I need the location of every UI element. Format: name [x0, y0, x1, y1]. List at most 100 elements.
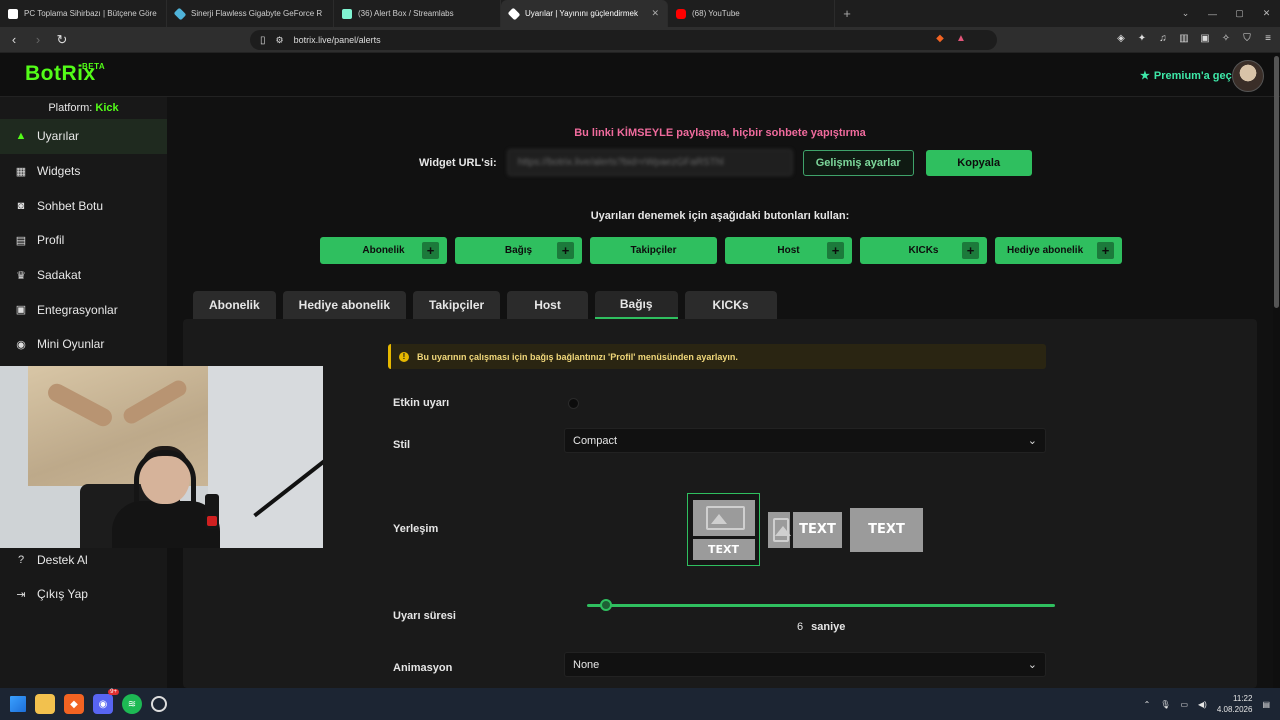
music-icon[interactable]: ♫: [1157, 32, 1169, 44]
back-icon[interactable]: ‹: [6, 32, 22, 47]
tab-gift-subscription[interactable]: Hediye abonelik: [282, 291, 407, 319]
sidebar-item-loyalty[interactable]: ♛ Sadakat: [0, 258, 167, 293]
notification-icon[interactable]: ▤: [1262, 700, 1270, 709]
browser-tab[interactable]: (36) Alert Box / Streamlabs: [334, 0, 501, 27]
gamepad-icon: ◉: [16, 338, 26, 351]
tab-title: Uyarılar | Yayınını güçlendirmek: [525, 9, 638, 18]
plus-icon[interactable]: +: [422, 242, 439, 259]
tab-subscription[interactable]: Abonelik: [193, 291, 276, 319]
plus-icon[interactable]: +: [557, 242, 574, 259]
sidebar-item-logout[interactable]: ⇥ Çıkış Yap: [0, 577, 167, 612]
advanced-settings-button[interactable]: Gelişmiş ayarlar: [802, 149, 914, 176]
test-kicks-button[interactable]: KICKs +: [860, 237, 987, 264]
url-field[interactable]: ▯ ⚙ botrix.live/panel/alerts: [250, 30, 997, 50]
enabled-toggle[interactable]: [568, 398, 579, 409]
close-tab-icon[interactable]: ✕: [651, 8, 659, 19]
sidebar-item-support[interactable]: ? Destek Al: [0, 543, 167, 578]
vpn-shield-icon[interactable]: ⛉: [1241, 32, 1253, 44]
premium-link[interactable]: ★ Premium'a geç: [1140, 69, 1232, 83]
layout-option-overlay[interactable]: TEXT: [850, 507, 923, 552]
copy-button[interactable]: Kopyala: [925, 149, 1032, 176]
file-explorer-icon[interactable]: [35, 694, 55, 714]
brave-icon[interactable]: ◆: [64, 694, 84, 714]
style-select[interactable]: Compact ⌄: [564, 428, 1046, 453]
test-host-button[interactable]: Host +: [725, 237, 852, 264]
plus-icon[interactable]: +: [827, 242, 844, 259]
site-favicon-icon: [173, 7, 187, 20]
botrix-logo[interactable]: BotRix BETA: [25, 62, 105, 86]
plus-icon[interactable]: +: [962, 242, 979, 259]
tab-kicks[interactable]: KICKs: [684, 291, 777, 319]
tab-followers[interactable]: Takipçiler: [413, 291, 501, 319]
browser-tab-bar: PC Toplama Sihirbazı | Bütçene Göre Sine…: [0, 0, 1280, 27]
sidebar-item-chatbot[interactable]: ◙ Sohbet Botu: [0, 188, 167, 223]
tab-host[interactable]: Host: [507, 291, 588, 319]
test-gift-sub-button[interactable]: Hediye abonelik +: [995, 237, 1122, 264]
rewards-icon[interactable]: ▲: [955, 32, 967, 44]
sidebar-item-widgets[interactable]: ▦ Widgets: [0, 154, 167, 189]
animation-select[interactable]: None ⌄: [564, 652, 1046, 677]
duration-slider-track[interactable]: [587, 604, 1055, 607]
style-label: Stil: [393, 439, 411, 451]
youtube-icon: [676, 8, 686, 19]
tab-title: (68) YouTube: [692, 9, 740, 18]
tab-donation[interactable]: Bağış: [594, 291, 678, 319]
tab-title: PC Toplama Sihirbazı | Bütçene Göre: [24, 9, 157, 18]
robot-icon: ◙: [17, 199, 25, 212]
browser-tab[interactable]: PC Toplama Sihirbazı | Bütçene Göre: [0, 0, 167, 27]
close-window-button[interactable]: ✕: [1253, 0, 1280, 27]
reload-icon[interactable]: ↻: [54, 32, 70, 48]
sidebar-item-minigames[interactable]: ◉ Mini Oyunlar: [0, 327, 167, 362]
obs-icon[interactable]: [151, 696, 167, 712]
widget-url-field[interactable]: https://botrix.live/alerts?bid=rWpaezGFa…: [506, 149, 793, 176]
test-title: Uyarıları denemek için aşağıdaki butonla…: [590, 210, 850, 222]
sidebar-icon[interactable]: ▥: [1178, 32, 1190, 44]
tab-search-icon[interactable]: ⌄: [1172, 0, 1199, 27]
chevron-up-icon[interactable]: ⌃: [1144, 700, 1151, 709]
maximize-button[interactable]: ▢: [1226, 0, 1253, 27]
layout-option-stacked[interactable]: TEXT: [687, 493, 760, 566]
extensions-icon[interactable]: ✦: [1136, 32, 1148, 44]
test-buttons: Abonelik + Bağış + Takipçiler Host + KICKs +…: [320, 237, 1122, 264]
alert-tabs: Abonelik Hediye abonelik Takipçiler Host…: [193, 291, 777, 319]
plus-icon[interactable]: +: [1097, 242, 1114, 259]
minimize-button[interactable]: —: [1199, 0, 1226, 27]
forward-icon[interactable]: ›: [30, 32, 46, 47]
browser-tab-active[interactable]: Uyarılar | Yayınını güçlendirmek ✕: [501, 0, 668, 27]
new-tab-button[interactable]: +: [835, 0, 859, 27]
vpn-icon[interactable]: ◈: [1115, 32, 1127, 44]
url-text: botrix.live/panel/alerts: [293, 35, 381, 45]
microphone-tray-icon[interactable]: 🎙: [1160, 700, 1170, 709]
sidebar-item-profile[interactable]: ▤ Profil: [0, 223, 167, 258]
layout-text-sample: TEXT: [793, 511, 842, 548]
shield-icon[interactable]: ◆: [934, 32, 946, 44]
test-followers-button[interactable]: Takipçiler: [590, 237, 717, 264]
image-placeholder-icon: [768, 511, 791, 548]
duration-slider-handle[interactable]: [599, 599, 612, 611]
layout-text-sample: TEXT: [692, 538, 755, 560]
sidebar-item-integrations[interactable]: ▣ Entegrasyonlar: [0, 292, 167, 327]
menu-icon[interactable]: ≡: [1262, 32, 1274, 44]
clock[interactable]: 11:22 4.08.2026: [1217, 693, 1253, 715]
site-info-icon[interactable]: ⚙: [276, 35, 284, 46]
duration-readout: 6 saniye: [797, 621, 845, 633]
windows-start-icon[interactable]: [10, 696, 26, 712]
page-scrollbar[interactable]: [1274, 56, 1279, 308]
leo-icon[interactable]: ✧: [1220, 32, 1232, 44]
warning-icon: ▲: [15, 130, 27, 143]
layout-option-side[interactable]: TEXT: [768, 511, 842, 548]
test-donation-button[interactable]: Bağış +: [455, 237, 582, 264]
browser-tab[interactable]: Sinerji Flawless Gigabyte GeForce R: [167, 0, 334, 27]
bookmark-icon[interactable]: ▯: [260, 35, 266, 46]
test-subscription-button[interactable]: Abonelik +: [320, 237, 447, 264]
volume-icon[interactable]: ◀): [1198, 700, 1207, 709]
discord-icon[interactable]: ◉ 9+: [93, 689, 119, 714]
avatar[interactable]: [1232, 60, 1264, 92]
network-icon[interactable]: ▭: [1180, 700, 1188, 709]
spotify-icon[interactable]: ≋: [122, 694, 142, 714]
system-tray: ⌃ 🎙 ▭ ◀) 11:22 4.08.2026 ▤: [1144, 693, 1270, 715]
wallet-icon[interactable]: ▣: [1199, 32, 1211, 44]
browser-tab[interactable]: (68) YouTube: [668, 0, 835, 27]
sidebar-item-alerts[interactable]: ▲ Uyarılar: [0, 119, 167, 154]
clock-time: 11:22: [1233, 694, 1253, 703]
